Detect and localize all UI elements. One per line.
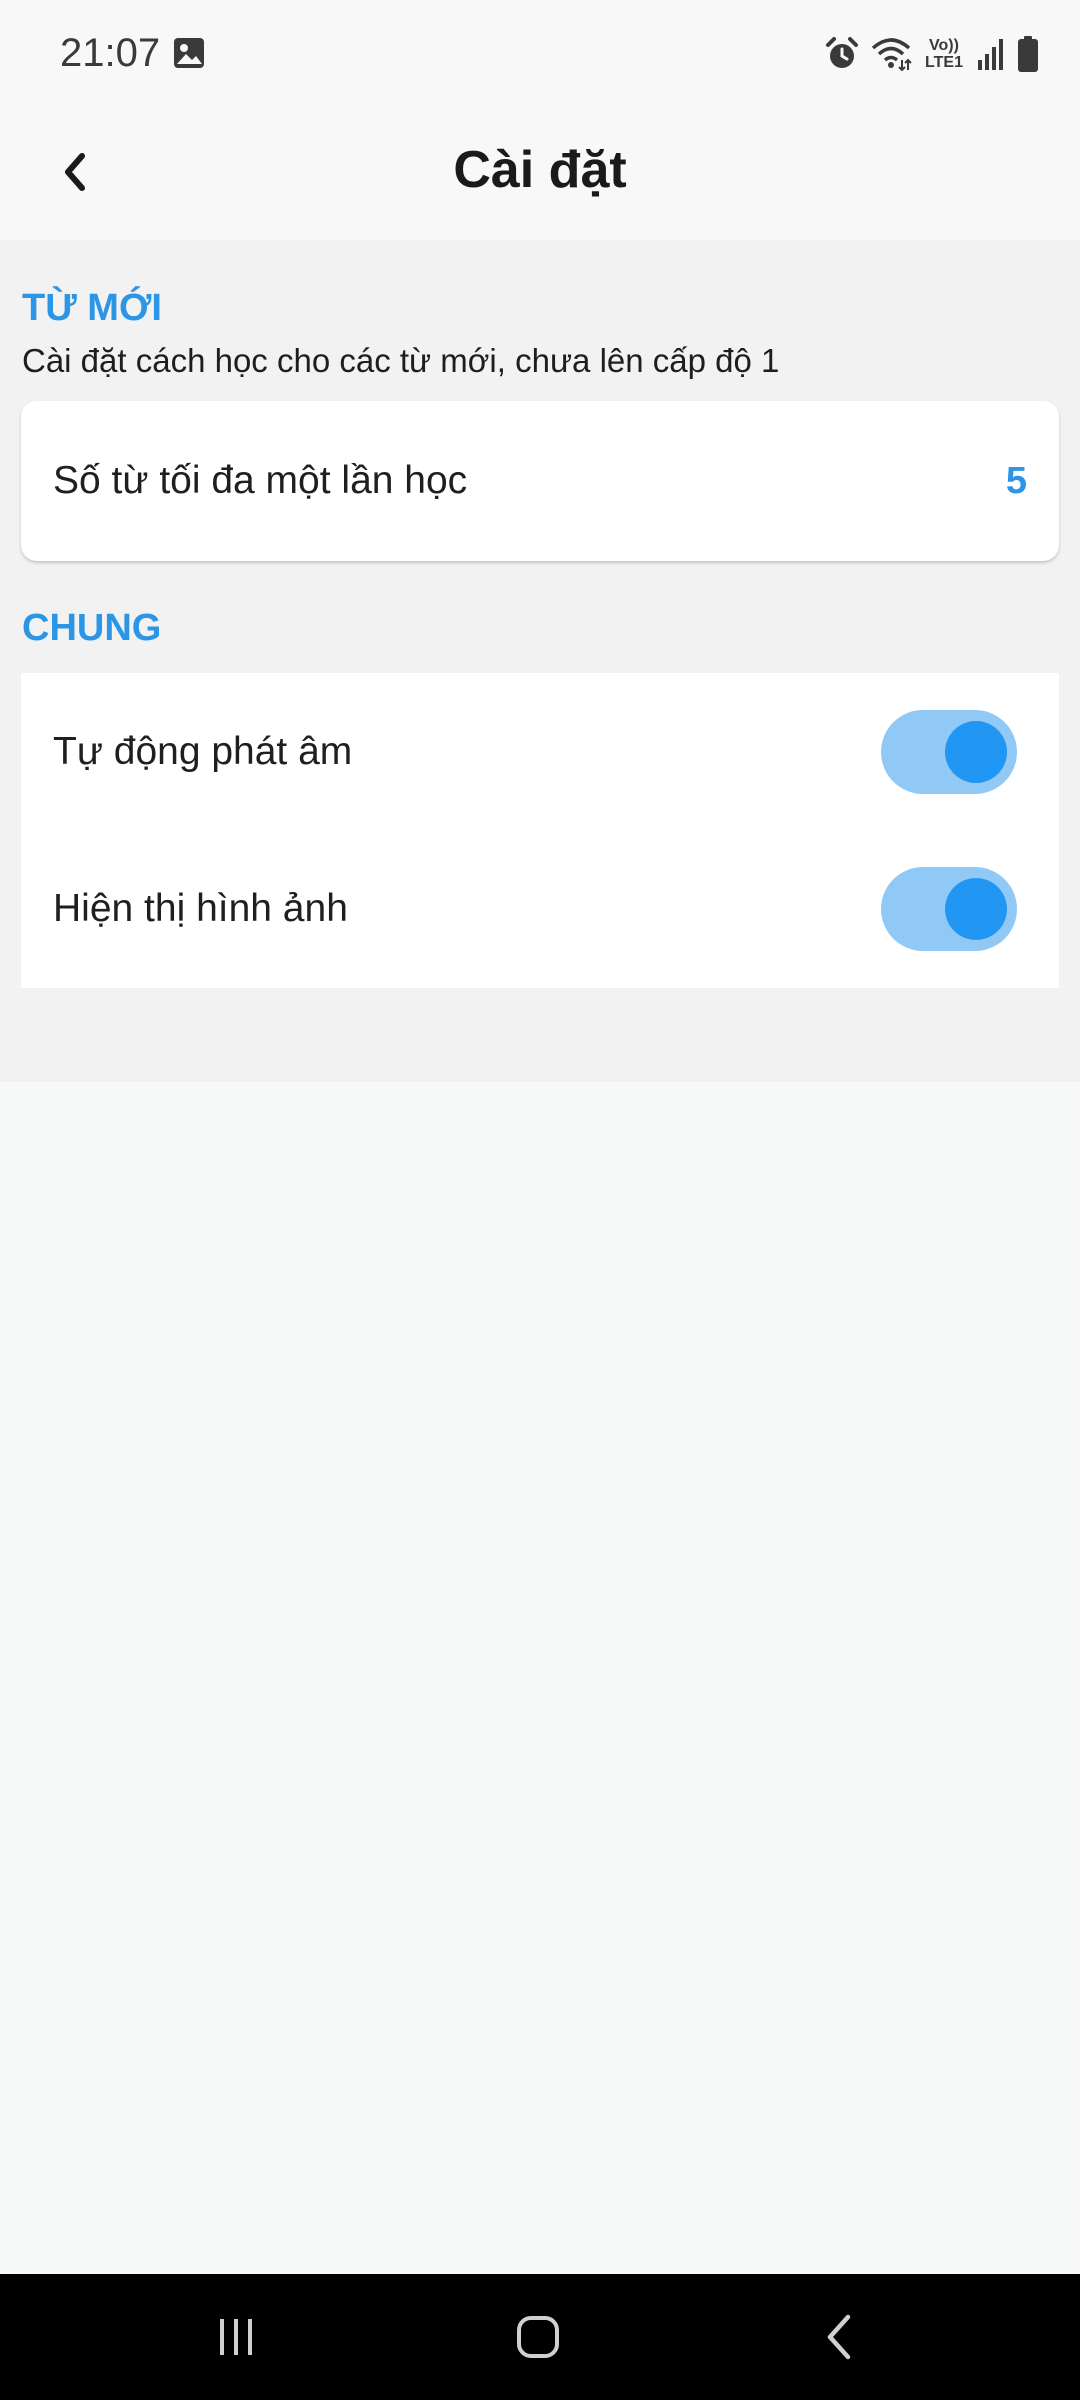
toggle-thumb bbox=[945, 878, 1007, 940]
auto-pronounce-toggle[interactable] bbox=[881, 710, 1017, 794]
signal-icon bbox=[978, 39, 1003, 70]
wifi-icon bbox=[871, 38, 912, 72]
section-title-new-words: TỪ MỚI bbox=[22, 287, 162, 329]
nav-bar bbox=[0, 2274, 1080, 2400]
max-words-row[interactable]: Số từ tối đa một lần học 5 bbox=[21, 401, 1059, 561]
status-time: 21:07 bbox=[60, 31, 161, 75]
gallery-icon bbox=[174, 38, 204, 68]
volte-top-label: Vo)) bbox=[929, 37, 959, 54]
auto-pronounce-label: Tự động phát âm bbox=[53, 730, 353, 773]
new-words-card: Số từ tối đa một lần học 5 bbox=[21, 401, 1059, 561]
back-icon bbox=[827, 2314, 851, 2360]
alarm-icon bbox=[826, 37, 858, 68]
volte-bottom-label: LTE1 bbox=[925, 54, 963, 71]
show-images-toggle[interactable] bbox=[881, 867, 1017, 951]
battery-icon bbox=[1018, 36, 1038, 72]
general-card: Tự động phát âm Hiện thị hình ảnh bbox=[21, 673, 1059, 988]
home-icon bbox=[517, 2316, 559, 2358]
system-back-button[interactable] bbox=[760, 2274, 920, 2400]
recent-apps-button[interactable] bbox=[156, 2274, 316, 2400]
app-bar: Cài đặt bbox=[0, 108, 1080, 240]
section-title-general: CHUNG bbox=[22, 607, 162, 649]
recent-apps-icon bbox=[220, 2319, 252, 2355]
page-title: Cài đặt bbox=[453, 141, 627, 199]
settings-area: TỪ MỚI Cài đặt cách học cho các từ mới, … bbox=[0, 240, 1080, 1082]
home-button[interactable] bbox=[458, 2274, 618, 2400]
auto-pronounce-row[interactable]: Tự động phát âm bbox=[21, 673, 1059, 831]
status-icons: Vo)) LTE1 bbox=[824, 32, 1040, 76]
show-images-row[interactable]: Hiện thị hình ảnh bbox=[21, 831, 1059, 988]
toggle-thumb bbox=[945, 721, 1007, 783]
show-images-label: Hiện thị hình ảnh bbox=[53, 887, 348, 930]
volte-icon: Vo)) LTE1 bbox=[922, 37, 966, 71]
section-description-new-words: Cài đặt cách học cho các từ mới, chưa lê… bbox=[22, 342, 780, 379]
status-bar: 21:07 Vo)) LTE1 bbox=[0, 0, 1080, 108]
max-words-value: 5 bbox=[1005, 460, 1027, 502]
max-words-label: Số từ tối đa một lần học bbox=[53, 459, 468, 502]
